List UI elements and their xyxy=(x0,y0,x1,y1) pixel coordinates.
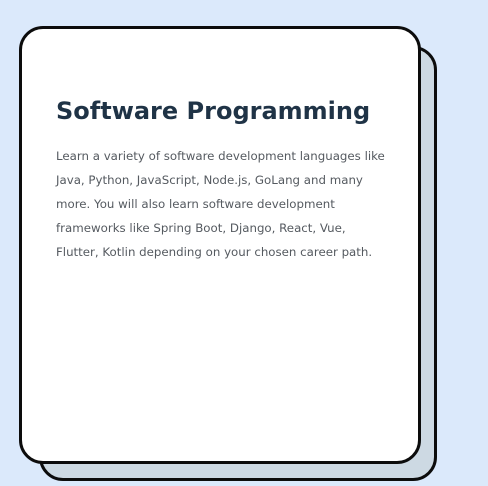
software-programming-card: Software Programming Learn a variety of … xyxy=(19,26,421,464)
card-description: Learn a variety of software development … xyxy=(56,149,385,259)
card-title: Software Programming xyxy=(56,97,371,125)
